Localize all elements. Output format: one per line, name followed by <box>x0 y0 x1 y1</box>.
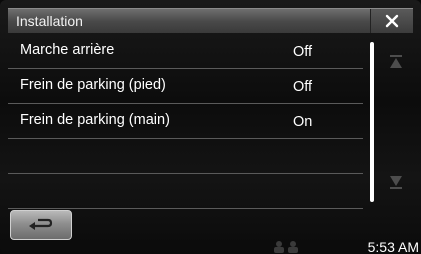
setting-row-empty <box>8 174 363 209</box>
installation-screen: Installation Marche arrière Off Frein de… <box>0 0 421 254</box>
setting-value[interactable]: Off <box>293 44 312 60</box>
setting-row-reverse[interactable]: Marche arrière Off <box>8 34 363 69</box>
setting-row-empty <box>8 139 363 174</box>
title-bar: Installation <box>8 8 413 33</box>
setting-value[interactable]: Off <box>293 79 312 95</box>
back-button[interactable] <box>10 210 72 240</box>
people-icon <box>274 241 298 253</box>
settings-list: Marche arrière Off Frein de parking (pie… <box>8 34 363 209</box>
setting-value[interactable]: On <box>293 114 312 130</box>
clock: 5:53 AM <box>367 239 419 254</box>
page-title: Installation <box>16 13 83 29</box>
scrollbar-thumb[interactable] <box>370 42 374 202</box>
setting-label: Frein de parking (main) <box>20 112 170 128</box>
scrollbar[interactable] <box>368 42 376 202</box>
setting-label: Frein de parking (pied) <box>20 77 166 93</box>
setting-label: Marche arrière <box>20 42 115 58</box>
arrow-down-icon <box>390 176 402 189</box>
back-arrow-icon <box>29 218 53 230</box>
close-icon <box>385 14 399 28</box>
scroll-down-button[interactable] <box>382 166 410 198</box>
setting-row-parking-brake-hand[interactable]: Frein de parking (main) On <box>8 104 363 139</box>
setting-row-parking-brake-foot[interactable]: Frein de parking (pied) Off <box>8 69 363 104</box>
close-button[interactable] <box>370 9 413 33</box>
scroll-up-button[interactable] <box>382 46 410 78</box>
arrow-up-icon <box>390 55 402 68</box>
